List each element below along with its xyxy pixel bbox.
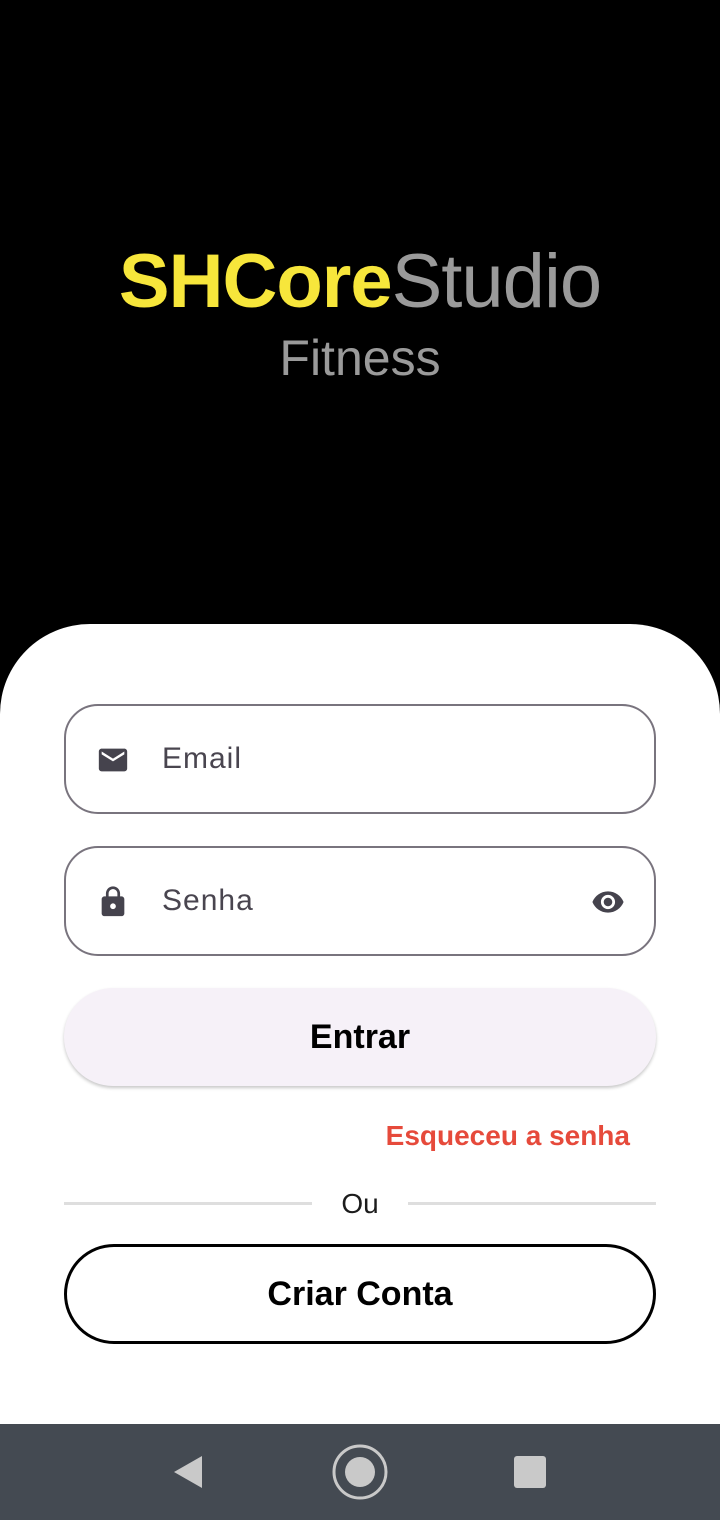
brand-subtitle: Fitness [279,330,441,386]
email-placeholder: Email [162,742,243,775]
email-field[interactable]: Email [64,704,656,814]
login-sheet: Email Senha Entrar Esqueceu a senha Ou C… [0,624,720,1424]
forgot-password-link[interactable]: Esqueceu a senha [386,1118,630,1154]
login-button[interactable]: Entrar [64,988,656,1086]
mail-icon [98,748,128,772]
divider-right [408,1202,656,1205]
brand-title: SHCoreStudio [0,236,720,328]
login-screen: SHCoreStudio Fitness Email Senha Entrar … [0,0,720,1520]
recents-square-icon[interactable] [500,1442,560,1502]
lock-icon [101,886,125,917]
brand-title-light: Studio [391,239,602,324]
brand-header: SHCoreStudio Fitness [0,236,720,388]
password-placeholder: Senha [162,884,254,917]
divider-left [64,1202,312,1205]
password-field[interactable]: Senha [64,846,656,956]
system-navbar [0,1424,720,1520]
brand-title-strong: SHCore [118,239,393,324]
create-account-button[interactable]: Criar Conta [64,1244,656,1344]
divider-label: Ou [341,1188,379,1219]
back-triangle-icon[interactable] [158,1442,218,1502]
home-circle-icon[interactable] [330,1442,390,1502]
eye-icon[interactable] [590,885,626,919]
